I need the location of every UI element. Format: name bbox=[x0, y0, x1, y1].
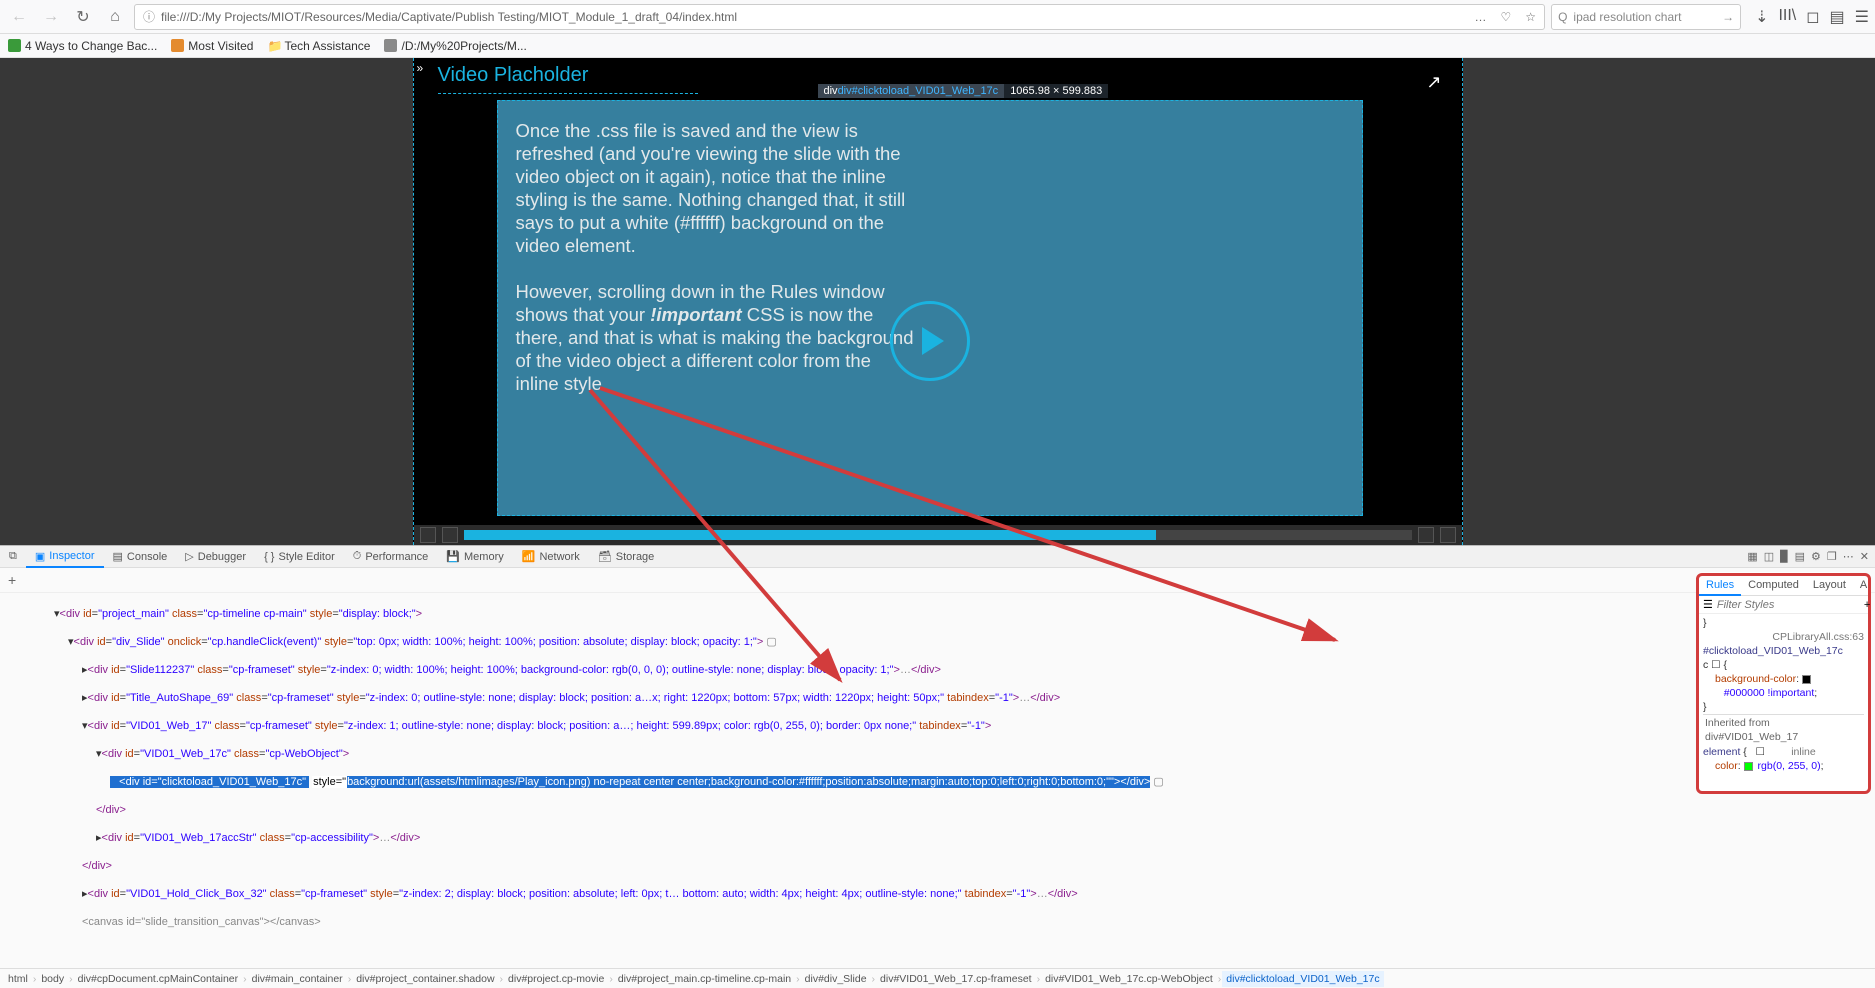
tab-memory[interactable]: 💾 Memory bbox=[437, 547, 512, 566]
page-viewport: » ↗ Video Placholder divdiv#clicktoload_… bbox=[0, 58, 1875, 545]
back-button[interactable]: ← bbox=[6, 4, 32, 30]
tab-performance[interactable]: ⏱ Performance bbox=[344, 547, 438, 566]
play-button[interactable] bbox=[442, 527, 458, 543]
close-icon[interactable]: ✕ bbox=[1860, 550, 1869, 563]
library-icon[interactable]: III\ bbox=[1778, 7, 1796, 27]
devtools-right-buttons: ▦ ◫ ▉ ▤ ⚙ ❐ ⋯ ✕ bbox=[1747, 550, 1875, 563]
bookmark-label: Tech Assistance bbox=[284, 39, 370, 53]
bookmark-item[interactable]: /D:/My%20Projects/M... bbox=[384, 39, 526, 53]
toolbar-right: ⇣ III\ ◻ ▤ ☰ bbox=[1755, 7, 1869, 27]
cc-button[interactable] bbox=[1440, 527, 1456, 543]
containers-icon[interactable]: ▤ bbox=[1830, 7, 1845, 27]
folder-icon: 📁 bbox=[267, 39, 280, 52]
inspect-picker-icon[interactable]: ⧉ bbox=[0, 547, 26, 566]
url-bar[interactable]: ⓘ file:///D:/My Projects/MIOT/Resources/… bbox=[134, 4, 1545, 30]
progress-track[interactable] bbox=[464, 530, 1412, 540]
popout-icon[interactable]: ↗ bbox=[1426, 72, 1441, 93]
tab-more[interactable]: A bbox=[1853, 576, 1874, 595]
mute-button[interactable] bbox=[1418, 527, 1434, 543]
settings-icon[interactable]: ⚙ bbox=[1811, 550, 1821, 563]
inspector-tooltip: divdiv#clicktoload_VID01_Web_17c 1065.98… bbox=[818, 82, 1109, 100]
sidebar-icon[interactable]: ◻ bbox=[1806, 7, 1819, 27]
bookmark-label: Most Visited bbox=[188, 39, 253, 53]
bookmark-item[interactable]: 📁 Tech Assistance bbox=[267, 39, 370, 53]
rule-block[interactable]: } CPLibraryAll.css:63 #clicktoload_VID01… bbox=[1699, 614, 1868, 791]
breadcrumb[interactable]: html› body› div#cpDocument.cpMainContain… bbox=[0, 968, 1875, 988]
reader-icon[interactable]: ♡ bbox=[1501, 10, 1512, 24]
tab-rules[interactable]: Rules bbox=[1699, 576, 1741, 596]
bookmark-item[interactable]: Most Visited bbox=[171, 39, 253, 53]
filter-icon: ☰ bbox=[1703, 598, 1713, 611]
slide-body-text: Once the .css file is saved and the view… bbox=[516, 119, 916, 395]
responsive-icon[interactable]: ◫ bbox=[1764, 550, 1774, 563]
menu-icon[interactable]: ☰ bbox=[1855, 7, 1869, 27]
search-text: ipad resolution chart bbox=[1573, 10, 1681, 24]
devtools-tabs: ⧉ ▣ Inspector ▤ Console ▷ Debugger { } S… bbox=[0, 546, 1875, 568]
rules-tabs: Rules Computed Layout A bbox=[1699, 576, 1868, 596]
tab-style-editor[interactable]: { } Style Editor bbox=[255, 548, 344, 566]
bookmarks-bar: 4 Ways to Change Bac... Most Visited 📁 Te… bbox=[0, 34, 1875, 58]
rule-source[interactable]: CPLibraryAll.css:63 bbox=[1703, 630, 1864, 644]
favicon-icon bbox=[384, 39, 397, 52]
inherited-label: Inherited from div#VID01_Web_17 bbox=[1703, 714, 1864, 745]
more-icon[interactable]: … bbox=[1475, 10, 1487, 24]
reload-button[interactable]: ↻ bbox=[70, 4, 96, 30]
play-icon[interactable] bbox=[890, 301, 970, 381]
slide-title: Video Placholder bbox=[438, 64, 698, 94]
download-icon[interactable]: ⇣ bbox=[1755, 7, 1768, 27]
tooltip-dims: 1065.98 × 599.883 bbox=[1004, 84, 1108, 98]
tab-console[interactable]: ▤ Console bbox=[104, 547, 177, 566]
bookmark-item[interactable]: 4 Ways to Change Bac... bbox=[8, 39, 157, 53]
info-icon: ⓘ bbox=[143, 8, 155, 25]
favicon-icon bbox=[8, 39, 21, 52]
html-source[interactable]: ▾<div id="project_main" class="cp-timeli… bbox=[0, 593, 1875, 968]
bookmark-label: 4 Ways to Change Bac... bbox=[25, 39, 157, 53]
dock-left-icon[interactable]: ▉ bbox=[1780, 550, 1788, 563]
search-go-icon[interactable]: → bbox=[1722, 10, 1734, 24]
dock-bottom-icon[interactable]: ▤ bbox=[1795, 550, 1805, 563]
tab-debugger[interactable]: ▷ Debugger bbox=[176, 547, 255, 566]
captivate-stage: » ↗ Video Placholder divdiv#clicktoload_… bbox=[413, 58, 1463, 545]
tab-inspector[interactable]: ▣ Inspector bbox=[26, 547, 104, 568]
filter-styles-input[interactable] bbox=[1717, 599, 1860, 611]
expand-handle-icon[interactable]: » bbox=[417, 61, 424, 75]
bookmark-label: /D:/My%20Projects/M... bbox=[401, 39, 526, 53]
bookmark-star-icon[interactable]: ☆ bbox=[1525, 10, 1536, 24]
devtools-panel: ⧉ ▣ Inspector ▤ Console ▷ Debugger { } S… bbox=[0, 545, 1875, 988]
iframe-picker-icon[interactable]: ▦ bbox=[1747, 550, 1757, 563]
search-icon: Q bbox=[1558, 10, 1567, 24]
rewind-button[interactable] bbox=[420, 527, 436, 543]
add-rule-icon[interactable]: + bbox=[1864, 599, 1870, 611]
tooltip-selector: div#clicktoload_VID01_Web_17c bbox=[838, 85, 999, 97]
html-tree-panel: + ✎ ▾<div id="project_main" class="cp-ti… bbox=[0, 568, 1875, 968]
video-placeholder[interactable]: divdiv#clicktoload_VID01_Web_17c 1065.98… bbox=[497, 100, 1363, 516]
ellipsis-icon[interactable]: ⋯ bbox=[1843, 550, 1854, 563]
emphasis: !important bbox=[650, 304, 741, 325]
tab-computed[interactable]: Computed bbox=[1741, 576, 1806, 595]
tab-layout[interactable]: Layout bbox=[1806, 576, 1853, 595]
separate-window-icon[interactable]: ❐ bbox=[1827, 550, 1837, 563]
url-text: file:///D:/My Projects/MIOT/Resources/Me… bbox=[161, 10, 737, 24]
tab-storage[interactable]: 🗃 Storage bbox=[589, 547, 664, 566]
home-button[interactable]: ⌂ bbox=[102, 4, 128, 30]
tab-network[interactable]: 📶 Network bbox=[513, 547, 589, 566]
captivate-playbar bbox=[414, 525, 1462, 545]
add-element-icon[interactable]: + bbox=[4, 572, 20, 588]
favicon-icon bbox=[171, 39, 184, 52]
forward-button[interactable]: → bbox=[38, 4, 64, 30]
rules-panel: Rules Computed Layout A ☰ + ⇅ } CPLibrar… bbox=[1696, 573, 1871, 794]
search-box[interactable]: Q ipad resolution chart → bbox=[1551, 4, 1741, 30]
paragraph: Once the .css file is saved and the view… bbox=[516, 120, 906, 256]
browser-toolbar: ← → ↻ ⌂ ⓘ file:///D:/My Projects/MIOT/Re… bbox=[0, 0, 1875, 34]
